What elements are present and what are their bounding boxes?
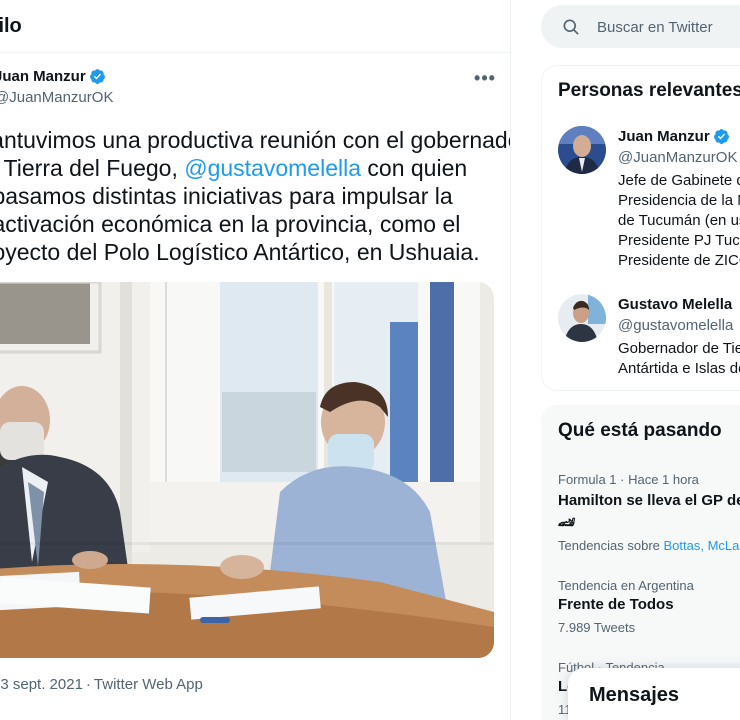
trend-context: Formula 1 · Hace 1 hora xyxy=(558,472,699,487)
more-options-button[interactable]: ••• xyxy=(470,66,500,90)
relevant-people-title: Personas relevantes xyxy=(558,80,740,101)
tweet-text: Mantuvimos una productiva reunión con el… xyxy=(0,126,511,266)
mention-link[interactable]: @gustavomelella xyxy=(184,155,361,181)
trend-item[interactable]: Formula 1 · Hace 1 hora Hamilton se llev… xyxy=(542,468,740,558)
avatar[interactable] xyxy=(558,126,606,174)
trend-item[interactable]: Tendencia en Argentina Frente de Todos 7… xyxy=(542,576,740,646)
tweet-text-line: reactivación económica en la provincia, … xyxy=(0,211,461,237)
tweet-text-line: repasamos distintas iniciativas para imp… xyxy=(0,183,453,209)
car-emoji-icon: 🏎 xyxy=(558,514,576,530)
person-name[interactable]: Juan Manzur xyxy=(618,128,710,145)
relevant-people-card: Personas relevantes Juan Manzur @JuanMan… xyxy=(541,65,740,391)
messages-title: Mensajes xyxy=(589,684,680,706)
trend-related: Tendencias sobre Bottas, McLaren xyxy=(558,538,740,553)
author-handle[interactable]: @JuanManzurOK xyxy=(0,89,113,106)
person-item[interactable]: Juan Manzur @JuanManzurOK Jefe de Gabine… xyxy=(542,126,740,286)
trend-context: Tendencia en Argentina xyxy=(558,578,694,593)
person-name-row: Gustavo Melella xyxy=(618,296,732,313)
tweet-text-line: proyecto del Polo Logístico Antártico, e… xyxy=(0,239,480,265)
search-input[interactable] xyxy=(597,16,740,38)
verified-badge-icon xyxy=(89,69,105,84)
main-column: Hilo Juan Manzur @JuanManzurOK ••• Mantu… xyxy=(0,0,511,720)
messages-drawer[interactable]: Mensajes xyxy=(568,668,740,720)
tweet-text-line: Mantuvimos una productiva reunión con el… xyxy=(0,127,511,153)
more-horizontal-icon: ••• xyxy=(474,67,496,88)
verified-badge-icon xyxy=(713,129,729,144)
tweet-meta: 23 sept. 2021 · Twitter Web App xyxy=(0,676,203,693)
person-bio: Jefe de Gabinete de Ministros de la Pres… xyxy=(618,172,740,269)
meeting-photo-illustration xyxy=(0,282,494,658)
page-title: Hilo xyxy=(0,15,22,37)
tweet-text-line: de Tierra del Fuego, @gustavomelella con… xyxy=(0,155,468,181)
person-name-row: Juan Manzur xyxy=(618,128,730,145)
trend-related-links[interactable]: Bottas, McLaren xyxy=(664,538,740,553)
search-icon xyxy=(563,19,579,35)
trend-title: Hamilton se lleva el GP de Rusia xyxy=(558,492,740,509)
tweet-source[interactable]: Twitter Web App xyxy=(94,676,203,693)
thread-header: Hilo xyxy=(0,0,510,53)
tweet-date[interactable]: 23 sept. 2021 xyxy=(0,676,83,693)
tweet-photo[interactable] xyxy=(0,282,494,658)
separator: · xyxy=(85,676,91,693)
trend-title: Frente de Todos xyxy=(558,596,674,613)
person-item[interactable]: Gustavo Melella @gustavomelella Gobernad… xyxy=(542,294,740,384)
avatar[interactable] xyxy=(558,294,606,342)
person-handle: @gustavomelella xyxy=(618,317,734,334)
search-box[interactable] xyxy=(541,5,740,48)
trends-title: Qué está pasando xyxy=(558,420,722,441)
person-name[interactable]: Gustavo Melella xyxy=(618,296,732,313)
tweet-author[interactable]: Juan Manzur xyxy=(0,68,106,85)
author-name[interactable]: Juan Manzur xyxy=(0,68,86,85)
person-bio: Gobernador de Tierra del Fuego, Antártid… xyxy=(618,340,740,377)
person-handle: @JuanManzurOK xyxy=(618,149,738,166)
trend-tweet-count: 7.989 Tweets xyxy=(558,620,636,635)
